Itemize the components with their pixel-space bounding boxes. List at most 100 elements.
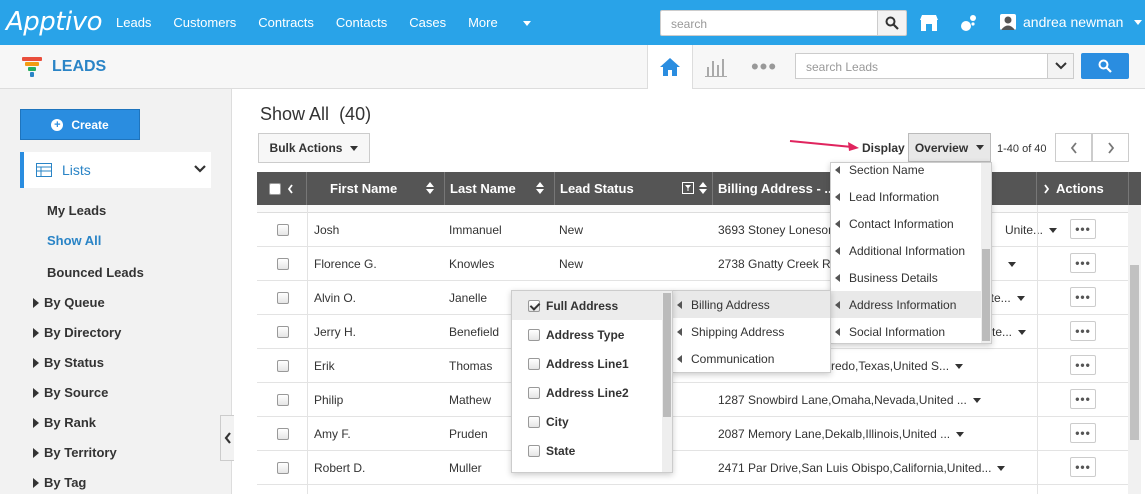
menu-item-address-information[interactable]: Address Information — [831, 291, 981, 318]
table-scrollbar[interactable] — [1128, 205, 1141, 494]
chevron-down-icon[interactable] — [1049, 228, 1058, 234]
row-checkbox[interactable] — [277, 360, 289, 372]
prev-page-button[interactable] — [1055, 133, 1092, 162]
table-row[interactable]: Florence G. Knowles New 2738 Gnatty Cree… — [257, 247, 1141, 281]
table-row[interactable]: Robert D. Muller 2471 Par Drive,San Luis… — [257, 451, 1141, 485]
chevron-down-icon[interactable] — [955, 364, 964, 370]
column-lead-status[interactable]: Lead Status — [555, 172, 713, 205]
row-actions-button[interactable]: ••• — [1070, 423, 1096, 443]
nav-contacts[interactable]: Contacts — [336, 15, 387, 30]
address-expand[interactable] — [1002, 257, 1016, 271]
row-actions-button[interactable]: ••• — [1070, 355, 1096, 375]
store-icon[interactable] — [918, 12, 940, 34]
sidebar-group-status[interactable]: By Status — [33, 355, 104, 370]
row-checkbox[interactable] — [277, 326, 289, 338]
sidebar-group-queue[interactable]: By Queue — [33, 295, 105, 310]
cell-first-name[interactable]: Amy F. — [314, 427, 351, 441]
cell-first-name[interactable]: Erik — [314, 359, 335, 373]
sort-icon[interactable] — [699, 182, 707, 194]
chevron-down-icon[interactable] — [1016, 296, 1025, 302]
apps-icon[interactable] — [958, 12, 980, 34]
sort-icon[interactable] — [426, 182, 434, 194]
cell-first-name[interactable]: Alvin O. — [314, 291, 356, 305]
reports-tab[interactable] — [695, 45, 737, 89]
menu-item-section-name[interactable]: Section Name — [831, 163, 981, 183]
search-options-dropdown[interactable] — [1047, 53, 1074, 79]
column-last-name[interactable]: Last Name — [445, 172, 555, 205]
lists-header[interactable]: Lists — [20, 152, 211, 188]
scrollbar-thumb[interactable] — [663, 293, 671, 417]
checkbox[interactable] — [528, 444, 540, 457]
app-logo[interactable]: Apptivo — [6, 7, 103, 37]
menu-item-additional-information[interactable]: Additional Information — [831, 237, 981, 264]
field-city[interactable]: City — [512, 407, 662, 436]
sidebar-item-my-leads[interactable]: My Leads — [47, 203, 106, 218]
checkbox[interactable] — [528, 386, 540, 399]
sidebar-collapse-handle[interactable] — [220, 415, 234, 461]
menu-scrollbar[interactable] — [662, 291, 672, 472]
chevron-down-icon[interactable] — [956, 432, 965, 438]
field-address-line2[interactable]: Address Line2 — [512, 378, 662, 407]
menu-item-contact-information[interactable]: Contact Information — [831, 210, 981, 237]
row-actions-button[interactable]: ••• — [1070, 389, 1096, 409]
row-checkbox[interactable] — [277, 224, 289, 236]
row-actions-button[interactable]: ••• — [1070, 321, 1096, 341]
sidebar-item-show-all[interactable]: Show All — [47, 233, 101, 248]
field-state[interactable]: State — [512, 436, 662, 465]
checkbox[interactable] — [528, 415, 540, 428]
table-row[interactable]: Amy F. Pruden 2087 Memory Lane,Dekalb,Il… — [257, 417, 1141, 451]
checkbox[interactable] — [528, 357, 540, 370]
row-checkbox[interactable] — [277, 428, 289, 440]
nav-more[interactable]: More — [468, 15, 531, 30]
scrollbar-thumb[interactable] — [1130, 265, 1139, 440]
row-checkbox[interactable] — [277, 258, 289, 270]
checkbox[interactable] — [528, 299, 540, 312]
row-actions-button[interactable]: ••• — [1070, 253, 1096, 273]
column-first-name[interactable]: First Name — [307, 172, 445, 205]
checkbox[interactable] — [528, 328, 540, 341]
chevron-down-icon[interactable] — [1018, 330, 1027, 336]
leads-search-input[interactable]: search Leads — [795, 53, 1048, 79]
chevron-right-icon[interactable] — [1043, 183, 1050, 194]
menu-scrollbar[interactable] — [981, 163, 991, 343]
row-checkbox[interactable] — [277, 292, 289, 304]
cell-first-name[interactable]: Florence G. — [314, 257, 377, 271]
table-row[interactable]: Josh Immanuel New 3693 Stoney Lonesome..… — [257, 213, 1141, 247]
home-tab[interactable] — [647, 45, 693, 89]
sidebar-group-tag[interactable]: By Tag — [33, 475, 86, 490]
row-checkbox[interactable] — [277, 394, 289, 406]
row-actions-button[interactable]: ••• — [1070, 287, 1096, 307]
more-tab[interactable]: ••• — [740, 45, 788, 89]
menu-item-lead-information[interactable]: Lead Information — [831, 183, 981, 210]
cell-first-name[interactable]: Josh — [314, 223, 339, 237]
nav-contracts[interactable]: Contracts — [258, 15, 314, 30]
cell-first-name[interactable]: Philip — [314, 393, 343, 407]
sidebar-group-directory[interactable]: By Directory — [33, 325, 121, 340]
field-full-address[interactable]: Full Address — [512, 291, 662, 320]
select-all-checkbox[interactable] — [269, 182, 281, 195]
chevron-down-icon[interactable] — [972, 398, 981, 404]
bulk-actions-button[interactable]: Bulk Actions — [258, 133, 370, 163]
chevron-left-icon[interactable] — [287, 183, 294, 194]
display-dropdown[interactable]: Overview — [908, 133, 991, 162]
sidebar-group-source[interactable]: By Source — [33, 385, 108, 400]
cell-first-name[interactable]: Robert D. — [314, 461, 365, 475]
leads-search-button[interactable] — [1081, 53, 1129, 79]
sort-icon[interactable] — [536, 182, 544, 194]
scrollbar-thumb[interactable] — [982, 249, 990, 341]
sidebar-group-rank[interactable]: By Rank — [33, 415, 96, 430]
nav-leads[interactable]: Leads — [116, 15, 151, 30]
menu-item-shipping-address[interactable]: Shipping Address — [673, 318, 830, 345]
chevron-down-icon[interactable] — [1008, 262, 1016, 268]
menu-item-communication[interactable]: Communication — [673, 345, 830, 372]
filter-icon[interactable] — [682, 182, 694, 194]
sidebar-group-territory[interactable]: By Territory — [33, 445, 117, 460]
field-address-line1[interactable]: Address Line1 — [512, 349, 662, 378]
field-address-type[interactable]: Address Type — [512, 320, 662, 349]
next-page-button[interactable] — [1092, 133, 1129, 162]
global-search-button[interactable] — [877, 10, 907, 36]
menu-item-billing-address[interactable]: Billing Address — [673, 291, 830, 318]
row-actions-button[interactable]: ••• — [1070, 457, 1096, 477]
row-actions-button[interactable]: ••• — [1070, 219, 1096, 239]
row-checkbox[interactable] — [277, 462, 289, 474]
